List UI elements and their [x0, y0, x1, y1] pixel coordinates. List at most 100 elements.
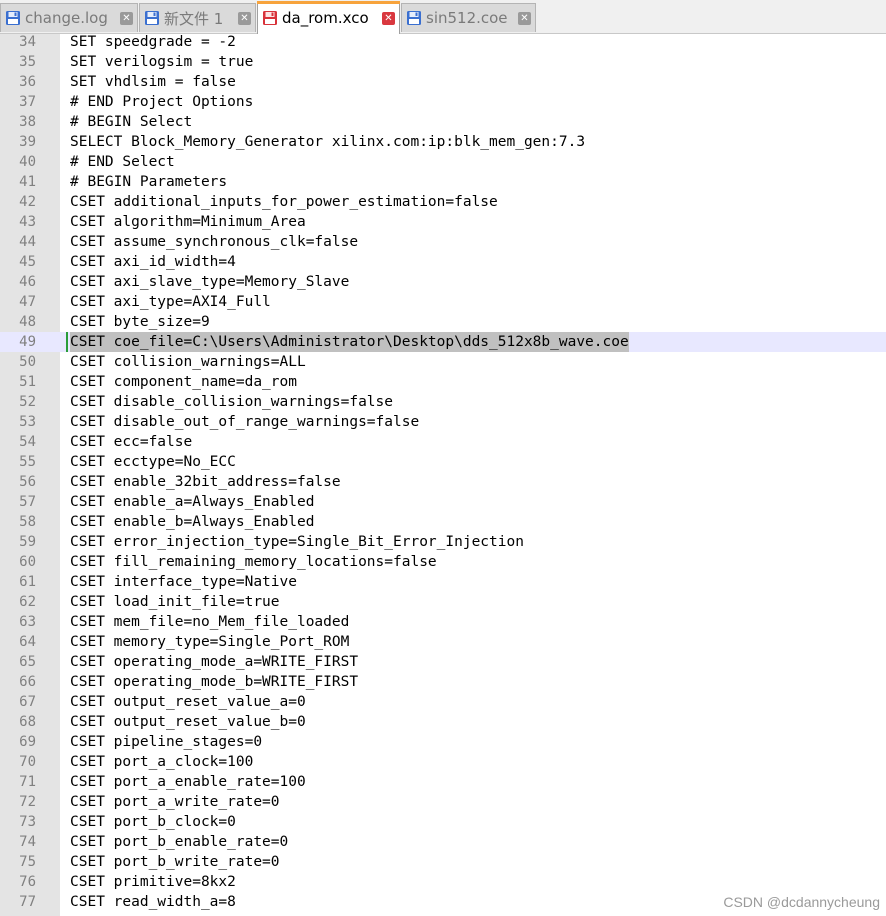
- tab-sin512-coe[interactable]: sin512.coe ✕: [401, 3, 536, 32]
- line-text[interactable]: # END Select: [70, 152, 175, 172]
- line-text[interactable]: CSET operating_mode_b=WRITE_FIRST: [70, 672, 358, 692]
- code-line[interactable]: 60 CSET fill_remaining_memory_locations=f…: [0, 552, 886, 572]
- code-line[interactable]: 63 CSET mem_file=no_Mem_file_loaded: [0, 612, 886, 632]
- code-line[interactable]: 54 CSET ecc=false: [0, 432, 886, 452]
- line-text[interactable]: CSET coe_file=C:\Users\Administrator\Des…: [70, 332, 629, 352]
- code-line[interactable]: 42 CSET additional_inputs_for_power_estim…: [0, 192, 886, 212]
- line-text[interactable]: CSET port_b_enable_rate=0: [70, 832, 288, 852]
- line-text[interactable]: CSET axi_type=AXI4_Full: [70, 292, 271, 312]
- line-text[interactable]: SET verilogsim = true: [70, 52, 253, 72]
- code-line[interactable]: 44 CSET assume_synchronous_clk=false: [0, 232, 886, 252]
- code-line[interactable]: 52 CSET disable_collision_warnings=false: [0, 392, 886, 412]
- code-line[interactable]: 36 SET vhdlsim = false: [0, 72, 886, 92]
- code-line[interactable]: 59 CSET error_injection_type=Single_Bit_E…: [0, 532, 886, 552]
- code-line[interactable]: 38 # BEGIN Select: [0, 112, 886, 132]
- code-line[interactable]: 71 CSET port_a_enable_rate=100: [0, 772, 886, 792]
- line-text[interactable]: SELECT Block_Memory_Generator xilinx.com…: [70, 132, 585, 152]
- code-line[interactable]: 56 CSET enable_32bit_address=false: [0, 472, 886, 492]
- line-number: 41: [19, 174, 36, 190]
- line-text[interactable]: CSET primitive=8kx2: [70, 872, 236, 892]
- line-text[interactable]: CSET port_b_write_rate=0: [70, 852, 280, 872]
- line-text[interactable]: CSET port_a_write_rate=0: [70, 792, 280, 812]
- tab-da-rom-xco[interactable]: da_rom.xco ✕: [257, 1, 400, 34]
- close-tab-icon[interactable]: ✕: [120, 11, 133, 25]
- line-text[interactable]: CSET output_reset_value_b=0: [70, 712, 306, 732]
- line-text[interactable]: CSET mem_file=no_Mem_file_loaded: [70, 612, 349, 632]
- line-text[interactable]: CSET fill_remaining_memory_locations=fal…: [70, 552, 437, 572]
- code-line[interactable]: 76 CSET primitive=8kx2: [0, 872, 886, 892]
- line-text[interactable]: CSET assume_synchronous_clk=false: [70, 232, 358, 252]
- line-text[interactable]: CSET axi_slave_type=Memory_Slave: [70, 272, 349, 292]
- code-line[interactable]: 53 CSET disable_out_of_range_warnings=fal…: [0, 412, 886, 432]
- code-line[interactable]: 73 CSET port_b_clock=0: [0, 812, 886, 832]
- line-text[interactable]: CSET additional_inputs_for_power_estimat…: [70, 192, 498, 212]
- code-line[interactable]: 37 # END Project Options: [0, 92, 886, 112]
- code-line[interactable]: 61 CSET interface_type=Native: [0, 572, 886, 592]
- code-line[interactable]: 62 CSET load_init_file=true: [0, 592, 886, 612]
- line-text[interactable]: CSET memory_type=Single_Port_ROM: [70, 632, 349, 652]
- code-line[interactable]: 58 CSET enable_b=Always_Enabled: [0, 512, 886, 532]
- line-text[interactable]: CSET byte_size=9: [70, 312, 210, 332]
- code-line[interactable]: 57 CSET enable_a=Always_Enabled: [0, 492, 886, 512]
- line-text[interactable]: CSET algorithm=Minimum_Area: [70, 212, 306, 232]
- code-line[interactable]: 45 CSET axi_id_width=4: [0, 252, 886, 272]
- code-line[interactable]: 39 SELECT Block_Memory_Generator xilinx.c…: [0, 132, 886, 152]
- code-line[interactable]: 74 CSET port_b_enable_rate=0: [0, 832, 886, 852]
- line-number: 58: [19, 514, 36, 530]
- code-line[interactable]: 35 SET verilogsim = true: [0, 52, 886, 72]
- line-text[interactable]: # BEGIN Select: [70, 112, 192, 132]
- line-text[interactable]: CSET load_init_file=true: [70, 592, 280, 612]
- line-text[interactable]: CSET port_a_clock=100: [70, 752, 253, 772]
- code-line[interactable]: 46 CSET axi_slave_type=Memory_Slave: [0, 272, 886, 292]
- code-line[interactable]: 40 # END Select: [0, 152, 886, 172]
- line-text[interactable]: SET vhdlsim = false: [70, 72, 236, 92]
- code-line[interactable]: 47 CSET axi_type=AXI4_Full: [0, 292, 886, 312]
- line-text[interactable]: CSET ecctype=No_ECC: [70, 452, 236, 472]
- code-line[interactable]: 41 # BEGIN Parameters: [0, 172, 886, 192]
- code-line[interactable]: 75 CSET port_b_write_rate=0: [0, 852, 886, 872]
- close-tab-icon[interactable]: ✕: [518, 11, 531, 25]
- line-text[interactable]: CSET enable_a=Always_Enabled: [70, 492, 314, 512]
- line-text[interactable]: CSET output_reset_value_a=0: [70, 692, 306, 712]
- line-text[interactable]: # BEGIN Parameters: [70, 172, 227, 192]
- line-text[interactable]: CSET disable_out_of_range_warnings=false: [70, 412, 419, 432]
- code-line[interactable]: 64 CSET memory_type=Single_Port_ROM: [0, 632, 886, 652]
- code-line[interactable]: 48 CSET byte_size=9: [0, 312, 886, 332]
- close-tab-icon[interactable]: ✕: [382, 11, 395, 25]
- line-number: 69: [19, 734, 36, 750]
- code-line[interactable]: 49 CSET coe_file=C:\Users\Administrator\D…: [0, 332, 886, 352]
- line-text[interactable]: CSET enable_b=Always_Enabled: [70, 512, 314, 532]
- code-line[interactable]: 69 CSET pipeline_stages=0: [0, 732, 886, 752]
- line-number: 71: [19, 774, 36, 790]
- code-line[interactable]: 72 CSET port_a_write_rate=0: [0, 792, 886, 812]
- code-line[interactable]: 34 SET speedgrade = -2: [0, 34, 886, 52]
- line-text[interactable]: CSET interface_type=Native: [70, 572, 297, 592]
- line-text[interactable]: CSET component_name=da_rom: [70, 372, 297, 392]
- line-text[interactable]: CSET operating_mode_a=WRITE_FIRST: [70, 652, 358, 672]
- code-line[interactable]: 55 CSET ecctype=No_ECC: [0, 452, 886, 472]
- line-text[interactable]: CSET read_width_a=8: [70, 892, 236, 912]
- code-line[interactable]: 43 CSET algorithm=Minimum_Area: [0, 212, 886, 232]
- line-text[interactable]: CSET error_injection_type=Single_Bit_Err…: [70, 532, 524, 552]
- code-line[interactable]: 70 CSET port_a_clock=100: [0, 752, 886, 772]
- line-text[interactable]: SET speedgrade = -2: [70, 34, 236, 52]
- line-text[interactable]: CSET ecc=false: [70, 432, 192, 452]
- code-line[interactable]: 67 CSET output_reset_value_a=0: [0, 692, 886, 712]
- code-line[interactable]: 66 CSET operating_mode_b=WRITE_FIRST: [0, 672, 886, 692]
- code-line[interactable]: 68 CSET output_reset_value_b=0: [0, 712, 886, 732]
- code-line[interactable]: 51 CSET component_name=da_rom: [0, 372, 886, 392]
- line-text[interactable]: CSET pipeline_stages=0: [70, 732, 262, 752]
- editor-area[interactable]: 34 SET speedgrade = -2 35 SET verilogsim = …: [0, 34, 886, 916]
- line-text[interactable]: CSET enable_32bit_address=false: [70, 472, 341, 492]
- line-text[interactable]: CSET disable_collision_warnings=false: [70, 392, 393, 412]
- line-text[interactable]: CSET port_a_enable_rate=100: [70, 772, 306, 792]
- line-text[interactable]: # END Project Options: [70, 92, 253, 112]
- close-tab-icon[interactable]: ✕: [238, 11, 251, 25]
- tab-change-log[interactable]: change.log ✕: [0, 3, 138, 32]
- line-text[interactable]: CSET axi_id_width=4: [70, 252, 236, 272]
- line-text[interactable]: CSET collision_warnings=ALL: [70, 352, 306, 372]
- line-text[interactable]: CSET port_b_clock=0: [70, 812, 236, 832]
- tab-new-file-1[interactable]: 新文件 1 ✕: [139, 3, 256, 32]
- code-line[interactable]: 50 CSET collision_warnings=ALL: [0, 352, 886, 372]
- code-line[interactable]: 65 CSET operating_mode_a=WRITE_FIRST: [0, 652, 886, 672]
